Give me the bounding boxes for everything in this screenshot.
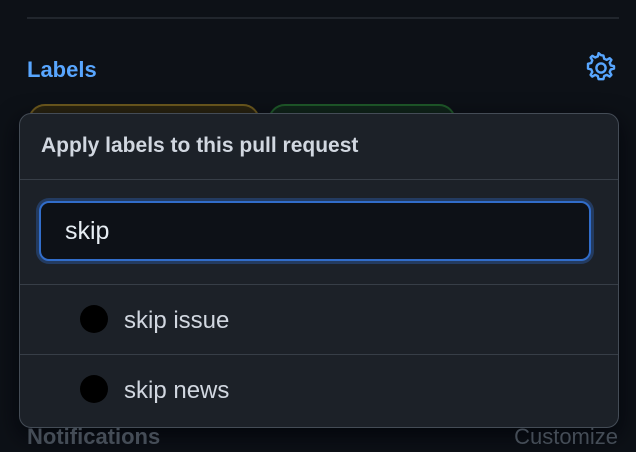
section-divider: [27, 17, 619, 19]
label-color-swatch: [80, 375, 108, 403]
popover-title: Apply labels to this pull request: [41, 134, 359, 157]
label-option-name: skip issue: [124, 307, 230, 334]
labels-section-header: Labels: [27, 52, 619, 88]
label-option-skip-news[interactable]: skip news: [20, 355, 618, 424]
label-color-swatch: [80, 305, 108, 333]
labels-heading[interactable]: Labels: [27, 57, 97, 83]
customize-link[interactable]: Customize: [514, 424, 618, 450]
label-filter-input[interactable]: [39, 201, 591, 261]
label-option-skip-issue[interactable]: skip issue: [20, 285, 618, 354]
label-option-name: skip news: [124, 377, 230, 404]
divider: [20, 179, 618, 180]
gear-icon[interactable]: [585, 52, 617, 84]
notifications-heading: Notifications: [27, 424, 161, 449]
apply-labels-popover: Apply labels to this pull request skip i…: [19, 113, 619, 428]
